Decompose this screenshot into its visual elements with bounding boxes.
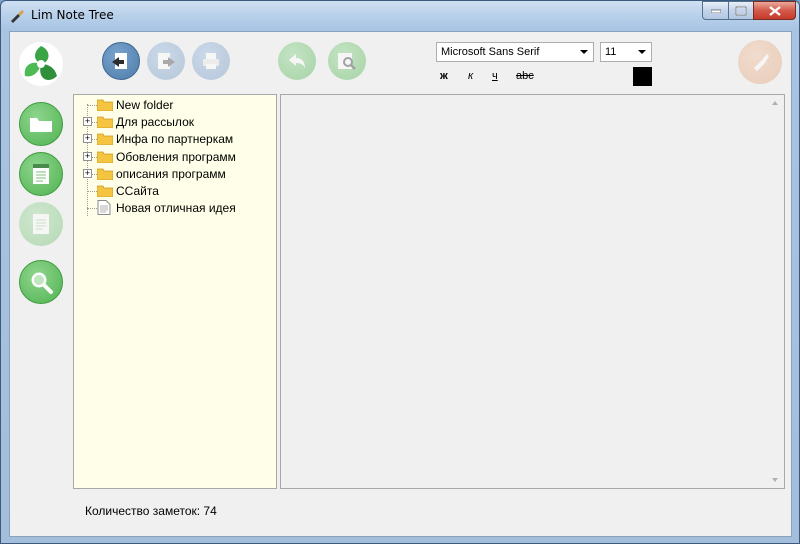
folder-icon [97,99,113,111]
main-client-area: Microsoft Sans Serif 11 ж к ч abc New fo… [9,31,792,537]
notes-tree[interactable]: New folder + Для рассылок + Инфа по парт… [73,94,277,489]
trefoil-logo-icon [19,42,63,86]
tree-item-label: Обовления программ [116,150,236,164]
new-note-button[interactable] [19,152,63,196]
tree-item[interactable]: New folder [74,96,274,113]
minimize-icon [710,9,721,13]
chevron-down-icon [638,50,646,54]
export-note-button[interactable] [147,42,185,80]
expand-toggle[interactable]: + [83,169,92,178]
tree-item-label: Новая отличная идея [116,201,236,215]
undo-arrow-icon [289,54,305,68]
maximize-icon [735,6,747,15]
scroll-up-icon[interactable] [772,101,778,105]
title-bar[interactable]: Lim Note Tree [1,1,799,31]
minimize-button[interactable] [702,1,729,20]
folder-icon [97,168,113,180]
import-doc-icon [112,53,127,69]
clear-formatting-button[interactable] [738,40,782,84]
tree-item[interactable]: Новая отличная идея [74,199,274,216]
font-size-value: 11 [605,46,617,58]
notepad-lines-icon [33,214,49,234]
maximize-button[interactable] [728,1,754,20]
bold-button[interactable]: ж [440,70,448,82]
tree-item-label: описания программ [116,167,226,181]
tree-item[interactable]: + Обовления программ [74,148,274,165]
export-doc-icon [158,53,175,69]
window-title: Lim Note Tree [31,8,114,22]
notepad-icon [33,164,49,184]
font-size-select[interactable]: 11 [600,42,652,62]
undo-button[interactable] [278,42,316,80]
print-button[interactable] [192,42,230,80]
search-button[interactable] [19,260,63,304]
tree-item[interactable]: ССайта [74,182,274,199]
close-icon [768,5,781,16]
note-properties-button[interactable] [19,202,63,246]
text-color-button[interactable] [633,67,652,86]
tree-item-label: Инфа по партнеркам [116,132,234,146]
close-button[interactable] [753,1,796,20]
tree-item[interactable]: + описания программ [74,165,274,182]
font-family-select[interactable]: Microsoft Sans Serif [436,42,594,62]
strikethrough-button[interactable]: abc [516,70,534,82]
folder-icon [97,185,113,197]
expand-toggle[interactable]: + [83,117,92,126]
tree-item-label: ССайта [116,184,159,198]
tree-connector [87,105,97,106]
notes-count-status: Количество заметок: 74 [85,504,217,518]
scroll-down-icon[interactable] [772,478,778,482]
tree-item-label: Для рассылок [116,115,194,129]
note-search-icon [338,53,356,70]
folder-icon [30,118,52,132]
tree-item-label: New folder [116,98,174,112]
folder-icon [97,151,113,163]
tree-item[interactable]: + Инфа по партнеркам [74,130,274,147]
new-folder-button[interactable] [19,102,63,146]
app-title-icon [11,10,24,23]
expand-toggle[interactable]: + [83,152,92,161]
printer-icon [203,53,219,69]
import-note-button[interactable] [102,42,140,80]
find-in-note-button[interactable] [328,42,366,80]
note-document-icon [97,200,111,215]
chevron-down-icon [580,50,588,54]
tree-connector [87,191,97,192]
brush-icon [754,54,769,71]
app-logo [17,40,65,88]
italic-button[interactable]: к [468,70,473,82]
tree-connector [87,208,97,209]
underline-button[interactable]: ч [492,70,498,82]
search-icon [31,272,53,294]
note-editor[interactable] [280,94,785,489]
editor-vertical-scrollbar[interactable] [767,95,784,488]
folder-icon [97,116,113,128]
expand-toggle[interactable]: + [83,134,92,143]
app-window: Lim Note Tree Microsoft Sans Serif 11 ж … [0,0,800,544]
tree-item[interactable]: + Для рассылок [74,113,274,130]
font-family-value: Microsoft Sans Serif [441,46,540,58]
folder-icon [97,133,113,145]
